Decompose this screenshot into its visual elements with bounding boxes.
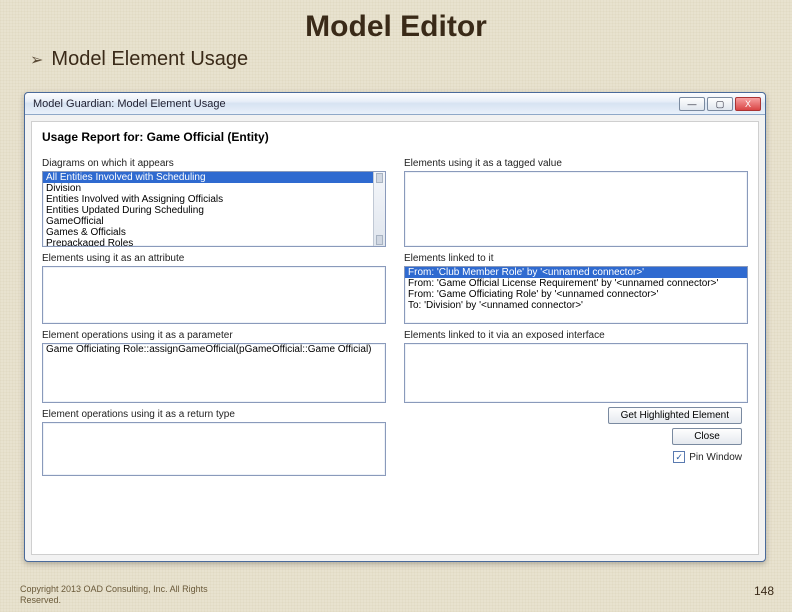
window-controls: — ▢ X xyxy=(679,97,761,111)
list-ret[interactable] xyxy=(42,422,386,476)
minimize-button[interactable]: — xyxy=(679,97,705,111)
page-number: 148 xyxy=(754,584,774,598)
get-highlighted-button[interactable]: Get Highlighted Element xyxy=(608,407,742,424)
scrollbar[interactable] xyxy=(373,172,385,246)
action-area: Get Highlighted Element Close ✓ Pin Wind… xyxy=(404,407,748,463)
list-exposed[interactable] xyxy=(404,343,748,403)
bullet-row: ➢ Model Element Usage xyxy=(0,48,792,71)
label-diagrams: Diagrams on which it appears xyxy=(42,158,386,169)
list-item[interactable]: Division xyxy=(43,183,385,194)
right-column: Elements using it as a tagged value Elem… xyxy=(404,152,748,548)
titlebar[interactable]: Model Guardian: Model Element Usage — ▢ … xyxy=(25,93,765,115)
list-item[interactable]: From: 'Club Member Role' by '<unnamed co… xyxy=(405,267,747,278)
close-button[interactable]: X xyxy=(735,97,761,111)
list-tagged[interactable] xyxy=(404,171,748,247)
label-param: Element operations using it as a paramet… xyxy=(42,330,386,341)
label-ret: Element operations using it as a return … xyxy=(42,409,386,420)
columns: Diagrams on which it appears All Entitie… xyxy=(42,152,748,548)
slide-title: Model Editor xyxy=(0,0,792,48)
list-item[interactable]: Entities Involved with Assigning Officia… xyxy=(43,194,385,205)
list-item[interactable]: Game Officiating Role::assignGameOfficia… xyxy=(43,344,385,355)
list-item[interactable]: To: 'Division' by '<unnamed connector>' xyxy=(405,300,747,311)
copyright-line-2: Reserved. xyxy=(20,595,61,605)
report-heading: Usage Report for: Game Official (Entity) xyxy=(42,130,748,144)
label-linked: Elements linked to it xyxy=(404,253,748,264)
maximize-button[interactable]: ▢ xyxy=(707,97,733,111)
pin-row: ✓ Pin Window xyxy=(673,451,742,463)
copyright-line-1: Copyright 2013 OAD Consulting, Inc. All … xyxy=(20,584,208,594)
list-item[interactable]: Entities Updated During Scheduling xyxy=(43,205,385,216)
list-item[interactable]: From: 'Game Officiating Role' by '<unnam… xyxy=(405,289,747,300)
copyright: Copyright 2013 OAD Consulting, Inc. All … xyxy=(20,584,208,606)
list-linked[interactable]: From: 'Club Member Role' by '<unnamed co… xyxy=(404,266,748,324)
list-item[interactable]: Prepackaged Roles xyxy=(43,238,385,247)
list-item[interactable]: All Entities Involved with Scheduling xyxy=(43,172,385,183)
label-exposed: Elements linked to it via an exposed int… xyxy=(404,330,748,341)
bullet-text: Model Element Usage xyxy=(51,48,248,71)
list-diagrams[interactable]: All Entities Involved with Scheduling Di… xyxy=(42,171,386,247)
pin-label: Pin Window xyxy=(689,452,742,463)
label-attr: Elements using it as an attribute xyxy=(42,253,386,264)
list-param[interactable]: Game Officiating Role::assignGameOfficia… xyxy=(42,343,386,403)
pin-checkbox[interactable]: ✓ xyxy=(673,451,685,463)
list-item[interactable]: Games & Officials xyxy=(43,227,385,238)
form-body: Usage Report for: Game Official (Entity)… xyxy=(31,121,759,555)
window-title: Model Guardian: Model Element Usage xyxy=(33,98,226,110)
label-tagged: Elements using it as a tagged value xyxy=(404,158,748,169)
arrow-icon: ➢ xyxy=(30,50,43,70)
list-item[interactable]: GameOfficial xyxy=(43,216,385,227)
close-form-button[interactable]: Close xyxy=(672,428,742,445)
dialog-window: Model Guardian: Model Element Usage — ▢ … xyxy=(24,92,766,562)
left-column: Diagrams on which it appears All Entitie… xyxy=(42,152,386,548)
list-attr[interactable] xyxy=(42,266,386,324)
list-item[interactable]: From: 'Game Official License Requirement… xyxy=(405,278,747,289)
